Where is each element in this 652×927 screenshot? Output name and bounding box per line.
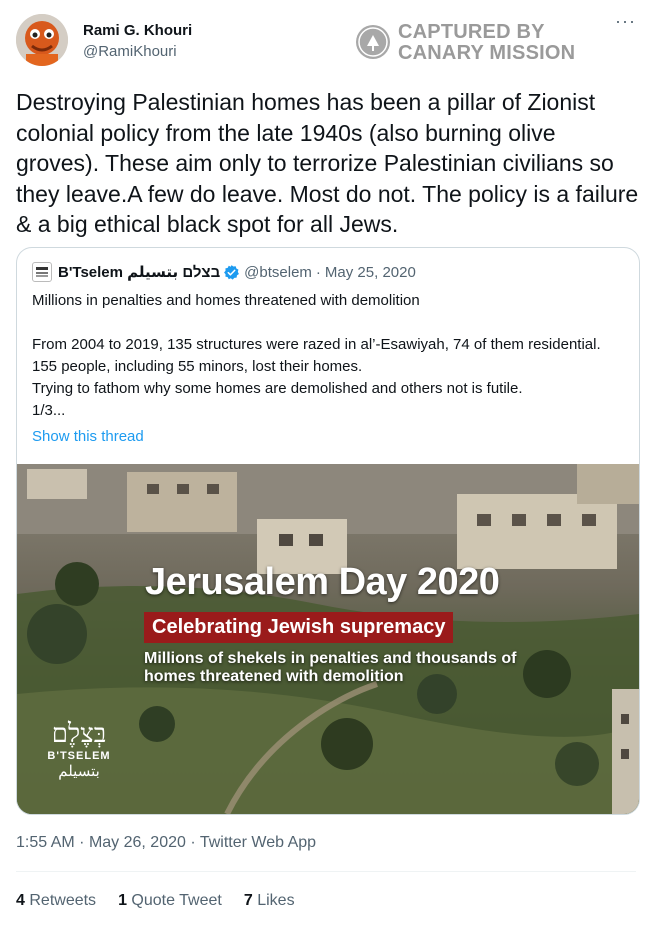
timestamp-separator: · xyxy=(79,834,85,851)
image-banner: Celebrating Jewish supremacy xyxy=(144,612,454,643)
quote-tweets-count: 1 xyxy=(118,892,127,909)
retweets-label: Retweets xyxy=(29,892,97,909)
quoted-line-3: Trying to fathom why some homes are demo… xyxy=(32,380,523,397)
quote-tweets-label: Quote Tweet xyxy=(131,892,222,909)
divider xyxy=(16,871,636,872)
quoted-tweet-header: B'Tselem בצלם بتسيلم @btselem · May 25, … xyxy=(32,262,416,282)
logo-hebrew: בְּצֶלֶם xyxy=(51,719,107,749)
quoted-line-1: Millions in penalties and homes threaten… xyxy=(32,292,420,309)
author-display-name[interactable]: Rami G. Khouri xyxy=(83,22,192,40)
btselem-image-logo: בְּצֶלֶם B'TSELEM بتسيلم xyxy=(41,720,117,780)
avatar-image xyxy=(16,14,68,66)
likes-count: 7 xyxy=(243,892,253,909)
quoted-tweet-image[interactable]: Jerusalem Day 2020 Celebrating Jewish su… xyxy=(17,464,639,814)
meta-separator: · xyxy=(315,263,321,281)
btselem-avatar[interactable] xyxy=(32,262,52,282)
tweet-source[interactable]: Twitter Web App xyxy=(200,834,316,851)
timestamp-separator: · xyxy=(190,834,196,851)
quoted-line-4: 1/3... xyxy=(32,402,66,419)
retweets-count: 4 xyxy=(16,892,25,909)
tweet-time[interactable]: 1:55 AM xyxy=(16,834,75,851)
more-options-icon[interactable]: ··· xyxy=(615,12,636,30)
verified-badge-icon xyxy=(223,264,240,281)
quoted-tweet[interactable]: B'Tselem בצלם بتسيلم @btselem · May 25, … xyxy=(16,247,640,815)
quoted-tweet-text: Millions in penalties and homes threaten… xyxy=(32,290,628,422)
quote-tweets-stat[interactable]: 1 Quote Tweet xyxy=(118,890,222,912)
quoted-tweet-date[interactable]: May 25, 2020 xyxy=(325,264,416,281)
watermark-line-2: CANARY MISSION xyxy=(398,42,576,64)
show-thread-link[interactable]: Show this thread xyxy=(32,426,144,448)
quoted-line-2: From 2004 to 2019, 135 structures were r… xyxy=(32,336,601,375)
author-handle[interactable]: @RamiKhouri xyxy=(83,42,192,62)
watermark-text: CAPTURED BY CANARY MISSION xyxy=(398,22,575,64)
tweet-timestamp: 1:55 AM · May 26, 2020 · Twitter Web App xyxy=(16,832,316,854)
retweets-stat[interactable]: 4 Retweets xyxy=(16,890,96,912)
tweet-text: Destroying Palestinian homes has been a … xyxy=(16,89,639,237)
canary-mission-logo xyxy=(356,25,390,59)
engagement-stats: 4 Retweets 1 Quote Tweet 7 Likes xyxy=(16,890,317,912)
tweet-date[interactable]: May 26, 2020 xyxy=(89,834,186,851)
likes-label: Likes xyxy=(257,892,295,909)
quoted-author-name[interactable]: B'Tselem בצלם بتسيلم xyxy=(58,263,220,281)
logo-arabic: بتسيلم xyxy=(58,762,100,780)
author-avatar[interactable] xyxy=(16,14,68,66)
watermark-line-1: CAPTURED BY xyxy=(398,21,545,43)
quoted-author-handle[interactable]: @btselem xyxy=(244,264,312,281)
likes-stat[interactable]: 7 Likes xyxy=(244,890,295,912)
canary-mission-watermark: CAPTURED BY CANARY MISSION xyxy=(356,22,596,66)
image-subtitle: Millions of shekels in penalties and tho… xyxy=(144,650,517,685)
image-title: Jerusalem Day 2020 xyxy=(145,561,500,603)
author-names: Rami G. Khouri @RamiKhouri xyxy=(83,22,192,62)
logo-english: B'TSELEM xyxy=(47,750,111,762)
